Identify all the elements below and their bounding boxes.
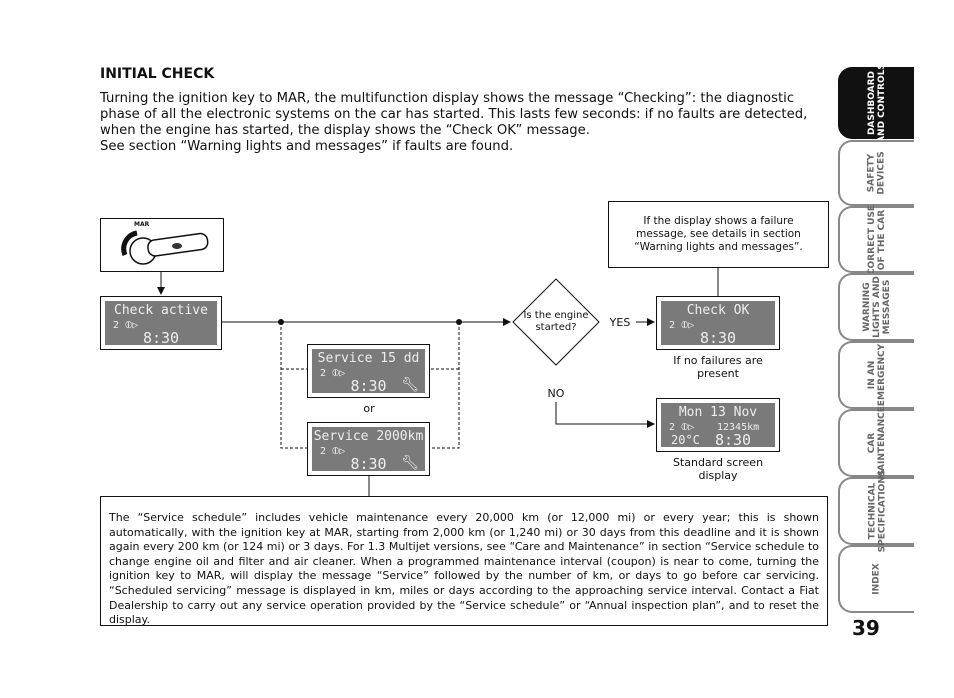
failure-note-box: If the display shows a failure message, … (608, 201, 829, 268)
tab-label: IN AN EMERGENCY (867, 343, 887, 407)
yes-label: YES (609, 316, 631, 329)
no-label: NO (547, 387, 565, 400)
no-failures-caption: If no failures are present (673, 354, 763, 380)
tab-label: INDEX (871, 563, 882, 595)
lcd-date: Mon 13 Nov (678, 405, 758, 420)
display-service-days: Service 15 dd 2 ⦶▷ 8:30 🔧︎ (307, 344, 430, 398)
lcd-message: Service 2000km (313, 429, 424, 444)
display-standard: Mon 13 Nov 2 ⦶▷ 12345km 20°C 8:30 (656, 398, 780, 452)
tab-index[interactable]: INDEX (838, 545, 914, 613)
ignition-key-icon (121, 230, 209, 265)
service-schedule-note: The “Service schedule” includes vehicle … (100, 496, 828, 626)
display-check-ok: Check OK 2 ⦶▷ 8:30 (656, 296, 780, 350)
decision-text: Is the engine started? (523, 310, 589, 333)
lcd-time: 8:30 (699, 329, 737, 347)
manual-page: INITIAL CHECK Turning the ignition key t… (0, 0, 954, 698)
lcd-message: Service 15 dd (317, 351, 420, 366)
tab-car-maintenance[interactable]: CAR MAINTENANCE (838, 406, 914, 480)
tab-warning-lights[interactable]: WARNING LIGHTS AND MESSAGES (838, 273, 914, 341)
wrench-icon: 🔧︎ (401, 455, 419, 471)
page-number: 39 (852, 616, 880, 640)
display-service-km: Service 2000km 2 ⦶▷ 8:30 🔧︎ (307, 422, 430, 476)
tab-emergency[interactable]: IN AN EMERGENCY (838, 341, 914, 409)
ignition-key-illustration: MAR (100, 218, 224, 272)
tab-label: TECHNICAL SPECIFICATIONS (867, 469, 888, 553)
tab-technical-specifications[interactable]: TECHNICAL SPECIFICATIONS (838, 470, 914, 552)
tab-label: CORRECT USE OF THE CAR (867, 204, 887, 275)
tab-label: SAFETY DEVICES (866, 151, 887, 195)
lcd-time: 8:30 (714, 431, 752, 449)
lcd-message: Check active (114, 303, 208, 318)
display-check-active: Check active 2 ⦶▷ 8:30 (100, 296, 222, 350)
wrench-icon: 🔧︎ (401, 377, 419, 393)
tab-label: WARNING LIGHTS AND MESSAGES (861, 276, 892, 338)
tab-safety-devices[interactable]: SAFETY DEVICES (838, 140, 914, 206)
or-label: or (363, 402, 375, 415)
tab-correct-use[interactable]: CORRECT USE OF THE CAR (838, 204, 914, 275)
tab-label: DASHBOARD AND CONTROLS (867, 63, 888, 143)
tab-dashboard-controls[interactable]: DASHBOARD AND CONTROLS (838, 63, 914, 143)
standard-caption: Standard screen display (672, 456, 764, 482)
lcd-message: Check OK (686, 303, 750, 318)
lcd-time: 8:30 (142, 329, 180, 347)
